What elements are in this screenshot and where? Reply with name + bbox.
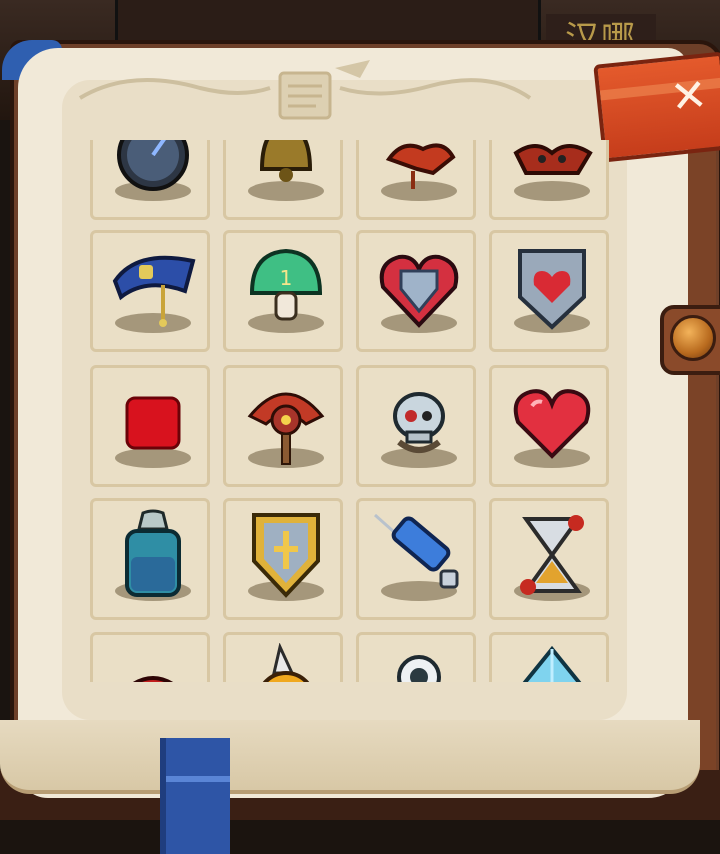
crab-claw-icon [513,144,593,175]
svg-text:1: 1 [280,266,293,290]
item-slot[interactable] [489,498,609,620]
red-fang-icon [385,143,456,189]
item-slot[interactable] [90,498,210,620]
green-mushroom-icon: 1 [249,248,323,321]
page-header-emblem-icon [78,60,532,120]
item-slot[interactable]: 1 [223,230,343,352]
hourglass-icon [520,515,584,595]
crystal-icon [522,645,582,682]
robot-icon [397,655,441,682]
item-slot[interactable] [489,230,609,352]
item-slot[interactable] [356,140,476,220]
red-cube-icon [125,396,181,450]
red-dome-icon [132,676,174,682]
item-slot[interactable] [489,632,609,682]
item-slot[interactable] [489,365,609,487]
item-slot[interactable] [223,498,343,620]
blue-cap-icon [112,255,196,327]
item-slot[interactable] [356,498,476,620]
item-slot[interactable] [223,365,343,487]
item-slot[interactable] [489,140,609,220]
heart-crest-icon [518,249,586,330]
gold-shield-icon [252,513,320,598]
syringe-icon [374,513,459,589]
item-slot[interactable] [90,140,210,220]
item-slot[interactable] [90,632,210,682]
item-slot[interactable] [223,632,343,682]
clasp-knob-icon [670,315,716,361]
bookmark-ribbon[interactable] [160,738,230,854]
item-slot[interactable] [223,140,343,220]
bell-icon [259,140,313,182]
item-slot[interactable] [90,230,210,352]
item-slot[interactable] [356,230,476,352]
close-icon[interactable]: ✕ [662,69,717,125]
tribal-totem-icon [247,392,325,465]
item-slot[interactable] [356,365,476,487]
page-bottom-curl [0,720,700,794]
pocket-watch-icon [117,140,189,191]
blue-potion-icon [125,509,181,597]
spike-helmet-icon [262,643,310,682]
heart-shield-icon [379,254,459,328]
item-slot[interactable] [356,632,476,682]
red-heart-icon [513,389,591,459]
item-slot[interactable] [90,365,210,487]
item-grid[interactable]: 1 [86,140,616,682]
skull-icon [393,392,445,453]
